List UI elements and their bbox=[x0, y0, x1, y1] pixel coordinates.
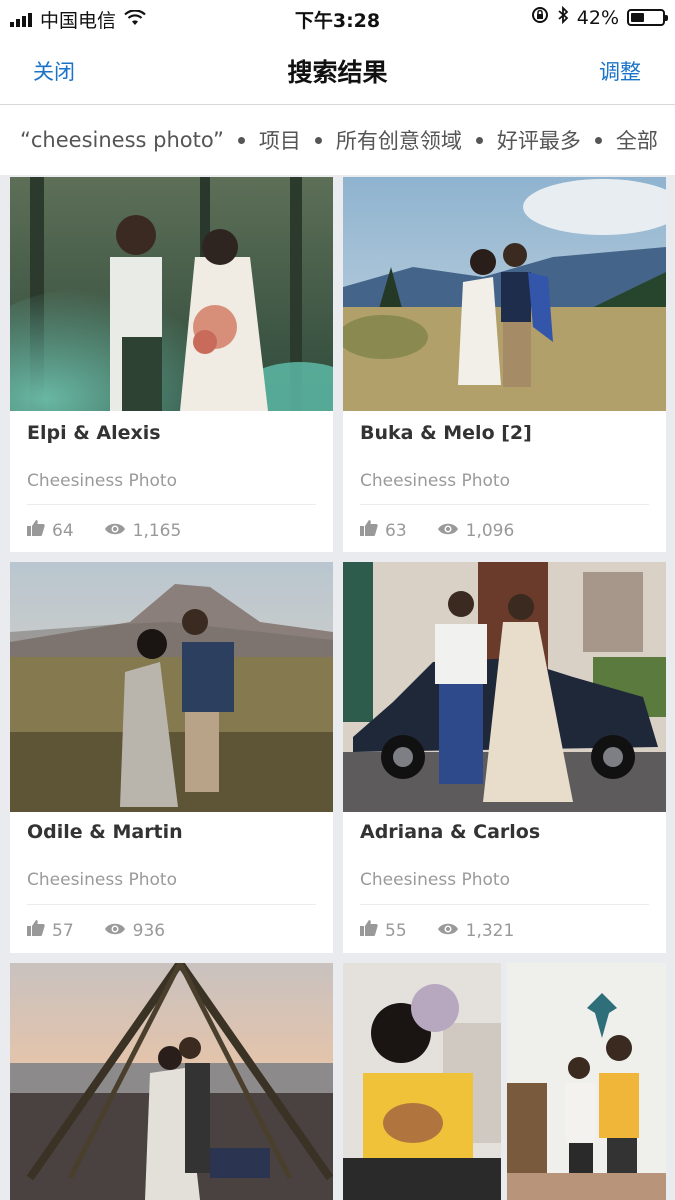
project-cover-image[interactable] bbox=[343, 562, 666, 812]
project-stats: 64 1,165 bbox=[27, 520, 181, 541]
thumbs-up-icon bbox=[360, 520, 378, 541]
project-author[interactable]: Cheesiness Photo bbox=[27, 471, 177, 491]
view-count: 1,165 bbox=[132, 520, 182, 541]
project-card[interactable] bbox=[343, 963, 666, 1200]
divider bbox=[27, 904, 316, 905]
like-count: 55 bbox=[385, 920, 407, 941]
filter-sort[interactable]: 好评最多 bbox=[497, 125, 581, 155]
project-title[interactable]: Odile & Martin bbox=[27, 821, 183, 843]
project-cover-image[interactable] bbox=[343, 177, 666, 411]
project-title[interactable]: Buka & Melo [2] bbox=[360, 422, 532, 444]
project-author[interactable]: Cheesiness Photo bbox=[360, 870, 510, 890]
project-title[interactable]: Adriana & Carlos bbox=[360, 821, 540, 843]
project-author[interactable]: Cheesiness Photo bbox=[360, 471, 510, 491]
eye-icon bbox=[437, 921, 459, 941]
like-count: 57 bbox=[52, 920, 74, 941]
rotation-lock-icon bbox=[531, 6, 549, 29]
project-author[interactable]: Cheesiness Photo bbox=[27, 870, 177, 890]
project-cover-image[interactable] bbox=[10, 562, 333, 812]
project-stats: 63 1,096 bbox=[360, 520, 514, 541]
view-count: 936 bbox=[132, 920, 166, 941]
thumbs-up-icon bbox=[360, 920, 378, 941]
project-card[interactable]: Buka & Melo [2] Cheesiness Photo 63 1,09… bbox=[343, 177, 666, 552]
filter-field[interactable]: 所有创意领域 bbox=[336, 125, 462, 155]
battery-icon bbox=[627, 9, 668, 26]
thumbs-up-icon bbox=[27, 520, 45, 541]
separator-dot bbox=[314, 136, 322, 144]
view-count: 1,096 bbox=[465, 520, 515, 541]
separator-dot bbox=[594, 136, 602, 144]
view-count: 1,321 bbox=[465, 920, 515, 941]
project-card[interactable]: Adriana & Carlos Cheesiness Photo 55 1,3… bbox=[343, 562, 666, 953]
project-stats: 57 936 bbox=[27, 920, 165, 941]
project-title[interactable]: Elpi & Alexis bbox=[27, 422, 161, 444]
divider bbox=[360, 504, 649, 505]
project-card[interactable] bbox=[10, 963, 333, 1200]
divider bbox=[27, 504, 316, 505]
project-stats: 55 1,321 bbox=[360, 920, 514, 941]
project-card[interactable]: Elpi & Alexis Cheesiness Photo 64 1,165 bbox=[10, 177, 333, 552]
status-bar: 中国电信 下午3:28 42% bbox=[0, 0, 675, 34]
adjust-button[interactable]: 调整 bbox=[599, 56, 641, 86]
separator-dot bbox=[475, 136, 483, 144]
project-cover-image[interactable] bbox=[343, 963, 501, 1200]
eye-icon bbox=[104, 521, 126, 541]
eye-icon bbox=[437, 521, 459, 541]
project-cover-image[interactable] bbox=[507, 963, 666, 1200]
thumbs-up-icon bbox=[27, 920, 45, 941]
like-count: 64 bbox=[52, 520, 74, 541]
page-title: 搜索结果 bbox=[287, 58, 388, 87]
navigation-bar: 关闭 搜索结果 调整 bbox=[0, 34, 675, 105]
filter-type[interactable]: 项目 bbox=[259, 125, 301, 155]
separator-dot bbox=[237, 136, 245, 144]
divider bbox=[360, 904, 649, 905]
bluetooth-icon bbox=[557, 5, 569, 29]
like-count: 63 bbox=[385, 520, 407, 541]
filter-bar[interactable]: “cheesiness photo” 项目 所有创意领域 好评最多 全部 bbox=[0, 105, 675, 175]
battery-percent: 42% bbox=[576, 6, 619, 29]
filter-time[interactable]: 全部 bbox=[616, 125, 658, 155]
project-card[interactable]: Odile & Martin Cheesiness Photo 57 936 bbox=[10, 562, 333, 953]
eye-icon bbox=[104, 921, 126, 941]
filter-query[interactable]: “cheesiness photo” bbox=[20, 128, 224, 152]
project-cover-image[interactable] bbox=[10, 963, 333, 1200]
project-cover-image[interactable] bbox=[10, 177, 333, 411]
